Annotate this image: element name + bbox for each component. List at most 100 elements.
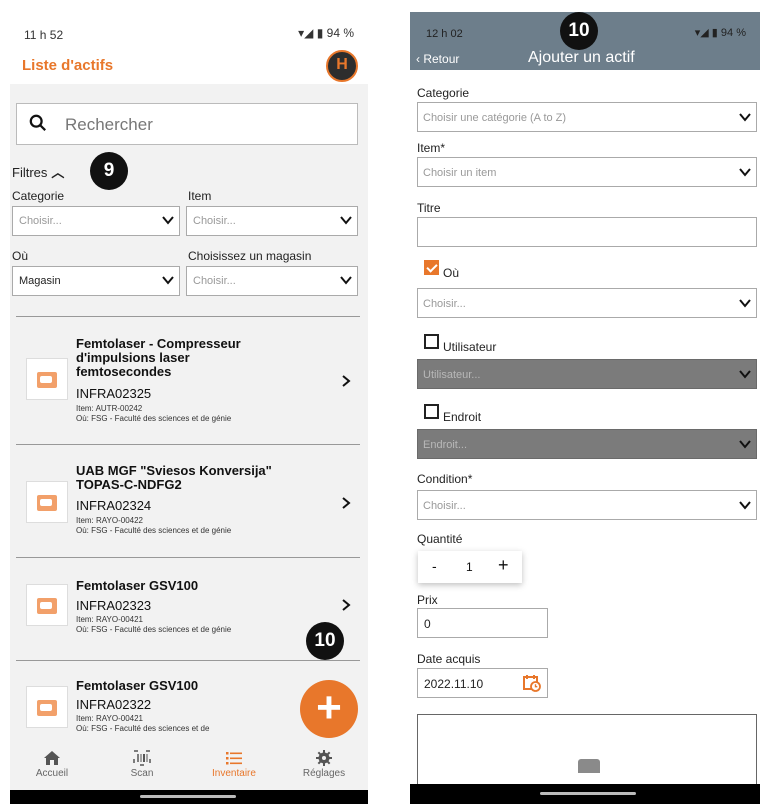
home-icon	[44, 751, 60, 765]
where-checkbox[interactable]	[424, 260, 439, 275]
status-bar: 11 h 52 ▾◢ ▮ 94 %	[10, 0, 368, 48]
date-label: Date acquis	[417, 652, 481, 666]
step-badge: 9	[90, 152, 128, 190]
decrement-button[interactable]: -	[432, 558, 437, 574]
divider	[16, 557, 360, 558]
image-placeholder-icon	[37, 598, 57, 614]
system-home-bar	[10, 790, 368, 804]
place-select: Endroit...	[417, 429, 757, 459]
store-filter-select[interactable]: Choisir...	[186, 266, 358, 296]
where-select[interactable]: Choisir...	[417, 288, 757, 318]
status-icons: ▾◢ ▮ 94 %	[694, 27, 746, 39]
asset-location: Où: FSG - Faculté des sciences et de	[76, 724, 210, 733]
app-bar: Liste d'actifs H	[10, 48, 368, 84]
divider	[16, 444, 360, 445]
back-button[interactable]: ‹ Retour	[416, 52, 459, 66]
plus-icon: +	[316, 683, 342, 732]
nav-inventory[interactable]: Inventaire	[194, 750, 274, 779]
category-filter-value: Choisir...	[19, 215, 62, 227]
user-placeholder: Utilisateur...	[423, 369, 481, 381]
home-indicator[interactable]	[540, 792, 636, 795]
status-icons: ▾◢ ▮ 94 %	[298, 26, 354, 40]
condition-label: Condition*	[417, 472, 473, 486]
asset-name: Femtolaser - Compresseur d'impulsions la…	[76, 336, 241, 379]
chevron-down-icon	[340, 216, 352, 225]
system-home-bar	[410, 784, 760, 804]
bottom-nav: Accueil Scan Inventaire Réglages	[10, 748, 368, 790]
filters-label: Filtres	[12, 165, 48, 180]
nav-scan-label: Scan	[130, 768, 154, 779]
asset-location: Où: FSG - Faculté des sciences et de gén…	[76, 526, 232, 535]
chevron-down-icon	[162, 276, 174, 285]
where-filter-select[interactable]: Magasin	[12, 266, 180, 296]
asset-location: Où: FSG - Faculté des sciences et de gén…	[76, 414, 232, 423]
title-field[interactable]	[417, 217, 757, 247]
nav-home-label: Accueil	[35, 768, 69, 779]
asset-item: Item: RAYO-00422	[76, 516, 143, 525]
chevron-down-icon	[340, 276, 352, 285]
price-field[interactable]: 0	[417, 608, 548, 638]
search-icon	[29, 114, 46, 131]
place-placeholder: Endroit...	[423, 439, 468, 451]
item-placeholder: Choisir un item	[423, 167, 497, 179]
category-filter-select[interactable]: Choisir...	[12, 206, 180, 236]
asset-list-screen: 11 h 52 ▾◢ ▮ 94 % Liste d'actifs H Reche…	[10, 0, 368, 804]
filters-toggle[interactable]: Filtres ︿	[12, 162, 64, 181]
condition-select[interactable]: Choisir...	[417, 490, 757, 520]
nav-scan[interactable]: Scan	[102, 750, 182, 779]
asset-thumbnail	[26, 584, 68, 626]
step-badge: 10	[306, 622, 344, 660]
where-filter-label: Où	[12, 249, 29, 263]
asset-code: INFRA02323	[76, 598, 152, 613]
search-input[interactable]: Rechercher	[16, 103, 358, 145]
list-icon	[226, 752, 242, 765]
asset-list-item[interactable]: Femtolaser - Compresseur d'impulsions la…	[16, 330, 360, 442]
asset-item: Item: RAYO-00421	[76, 615, 143, 624]
barcode-icon	[133, 750, 151, 766]
user-checkbox[interactable]	[424, 334, 439, 349]
title-label: Titre	[417, 201, 441, 215]
nav-settings[interactable]: Réglages	[284, 750, 364, 779]
page-title: Ajouter un actif	[528, 49, 635, 66]
price-label: Prix	[417, 593, 438, 607]
increment-button[interactable]: +	[498, 555, 509, 576]
item-select[interactable]: Choisir un item	[417, 157, 757, 187]
asset-item: Item: AUTR-00242	[76, 404, 143, 413]
status-time: 12 h 02	[426, 28, 463, 40]
place-checkbox[interactable]	[424, 404, 439, 419]
asset-name: Femtolaser GSV100	[76, 578, 199, 593]
where-placeholder: Choisir...	[423, 298, 466, 310]
camera-icon	[578, 759, 600, 773]
asset-thumbnail	[26, 358, 68, 400]
battery-level: 94 %	[720, 27, 746, 39]
chevron-right-icon	[342, 497, 351, 509]
nav-inventory-label: Inventaire	[212, 768, 256, 779]
category-select[interactable]: Choisir une catégorie (A to Z)	[417, 102, 757, 132]
category-placeholder: Choisir une catégorie (A to Z)	[423, 112, 567, 124]
chevron-down-icon	[162, 216, 174, 225]
quantity-value: 1	[466, 560, 473, 574]
chevron-up-icon: ︿	[51, 165, 65, 180]
image-placeholder-icon	[37, 700, 57, 716]
add-asset-button[interactable]: +	[300, 680, 358, 738]
calendar-clock-icon[interactable]	[523, 674, 541, 692]
item-label: Item*	[417, 141, 446, 155]
asset-list-item[interactable]: UAB MGF "Sviesos Konversija" TOPAS-C-NDF…	[16, 456, 360, 554]
asset-code: INFRA02325	[76, 386, 152, 401]
nav-home[interactable]: Accueil	[12, 750, 92, 779]
photo-upload-area[interactable]	[417, 714, 757, 786]
image-placeholder-icon	[37, 372, 57, 388]
store-filter-label: Choisissez un magasin	[188, 249, 312, 263]
category-label: Categorie	[417, 86, 470, 100]
user-select: Utilisateur...	[417, 359, 757, 389]
app-logo[interactable]: H	[326, 50, 358, 82]
store-filter-value: Choisir...	[193, 275, 236, 287]
item-filter-select[interactable]: Choisir...	[186, 206, 358, 236]
date-field[interactable]: 2022.11.10	[417, 668, 548, 698]
add-asset-screen: 12 h 02 ▾◢ ▮ 94 % ‹ Retour Ajouter un ac…	[410, 12, 760, 804]
home-indicator[interactable]	[140, 795, 236, 798]
chevron-down-icon	[739, 168, 751, 177]
item-filter-value: Choisir...	[193, 215, 236, 227]
asset-item: Item: RAYO-00421	[76, 714, 143, 723]
divider	[16, 660, 360, 661]
